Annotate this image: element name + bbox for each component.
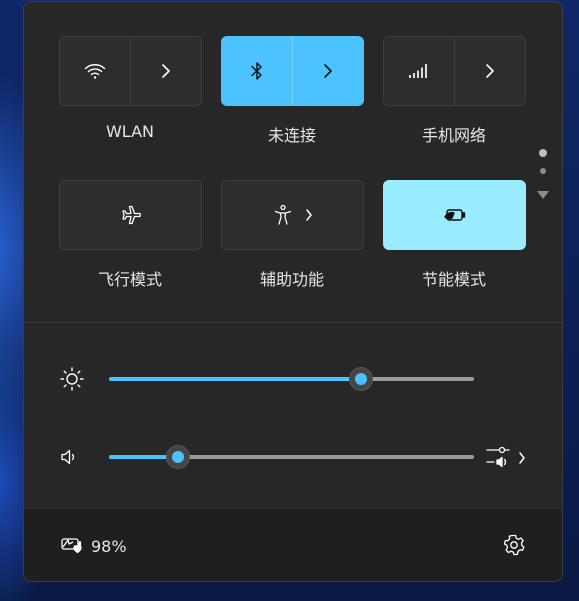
bluetooth-expand-button[interactable] — [293, 37, 363, 105]
thumb-center — [172, 451, 185, 463]
wifi-icon — [84, 62, 106, 80]
section-divider — [24, 322, 562, 323]
bluetooth-tile[interactable] — [221, 36, 364, 106]
wlan-label: WLAN — [105, 122, 154, 141]
wlan-expand-button[interactable] — [131, 37, 201, 105]
brightness-slider-thumb[interactable] — [348, 367, 373, 391]
battery-percentage[interactable]: 98% — [91, 537, 127, 556]
accessibility-tile[interactable] — [221, 180, 364, 250]
quick-settings-panel: WLAN 未连接 手机网络 飞行模式 辅助功能 节能模式 98% — [23, 1, 563, 582]
cellular-label: 手机网络 — [421, 126, 486, 145]
energy-saver-label: 节能模式 — [421, 270, 486, 289]
chevron-right-icon — [485, 63, 495, 79]
bluetooth-toggle-button[interactable] — [222, 37, 292, 105]
quick-settings-footer: 98% — [24, 509, 562, 581]
chevron-right-icon — [305, 208, 313, 222]
brightness-slider-fill — [109, 377, 361, 381]
battery-charging-icon[interactable] — [59, 533, 87, 557]
speaker-icon[interactable] — [58, 446, 80, 468]
energy-saver-tile[interactable] — [383, 180, 526, 250]
thumb-center — [354, 373, 367, 385]
audio-output-icon[interactable] — [484, 444, 512, 470]
airplane-icon — [120, 204, 142, 226]
chevron-right-icon — [161, 63, 171, 79]
cellular-expand-button[interactable] — [455, 37, 525, 105]
wlan-tile[interactable] — [59, 36, 202, 106]
wlan-toggle-button[interactable] — [60, 37, 130, 105]
battery-saver-icon — [443, 207, 467, 223]
next-page-arrow-icon[interactable] — [537, 191, 549, 199]
accessibility-label: 辅助功能 — [259, 270, 324, 289]
bluetooth-label: 未连接 — [267, 126, 316, 145]
page-indicator-dot[interactable] — [540, 168, 546, 174]
brightness-slider[interactable] — [109, 377, 474, 381]
cellular-toggle-button[interactable] — [384, 37, 454, 105]
chevron-right-icon — [323, 63, 333, 79]
cellular-tile[interactable] — [383, 36, 526, 106]
accessibility-icon — [273, 204, 293, 226]
gear-icon[interactable] — [502, 533, 526, 557]
volume-slider[interactable] — [109, 455, 474, 459]
bluetooth-icon — [250, 61, 264, 81]
airplane-mode-tile[interactable] — [59, 180, 202, 250]
page-indicator-dot-active[interactable] — [539, 149, 547, 157]
airplane-mode-label: 飞行模式 — [97, 270, 162, 289]
chevron-right-icon[interactable] — [516, 449, 528, 467]
volume-slider-thumb[interactable] — [166, 445, 191, 469]
cellular-icon — [408, 63, 430, 79]
brightness-icon — [58, 365, 86, 393]
